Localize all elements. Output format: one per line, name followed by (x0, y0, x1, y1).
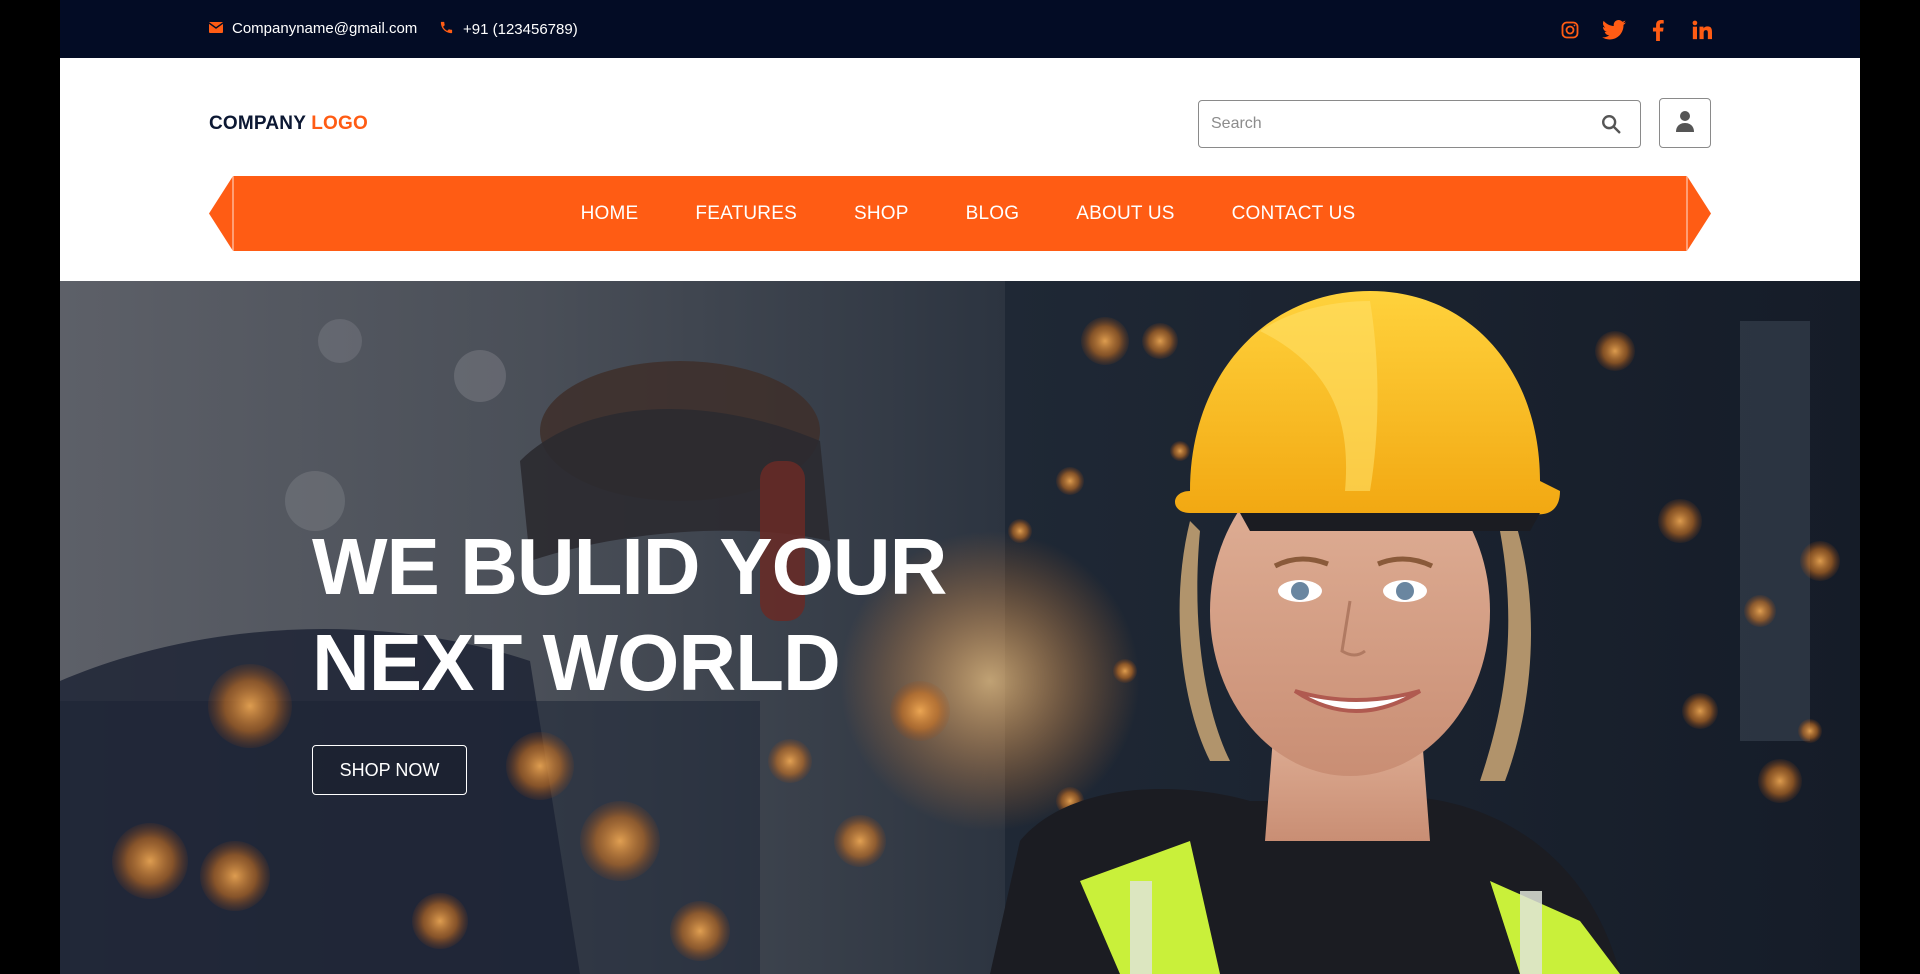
search-icon[interactable] (1600, 113, 1622, 140)
main-navigation: HOME FEATURES SHOP BLOG ABOUT US CONTACT… (209, 176, 1711, 251)
facebook-icon[interactable] (1646, 18, 1670, 42)
hero-headline: WE BULID YOUR NEXT WORLD (312, 519, 947, 711)
nav-menu: HOME FEATURES SHOP BLOG ABOUT US CONTACT… (209, 176, 1711, 251)
contact-email[interactable]: Companyname@gmail.com (208, 20, 418, 37)
nav-item-about-us[interactable]: ABOUT US (1076, 203, 1174, 225)
hero-headline-line1: WE BULID YOUR (312, 522, 947, 611)
logo-text-logo: LOGO (311, 113, 368, 134)
social-links (1558, 18, 1714, 42)
twitter-icon[interactable] (1602, 18, 1626, 42)
mail-icon (208, 20, 224, 37)
search-input[interactable] (1211, 110, 1571, 138)
contact-phone[interactable]: +91 (123456789) (439, 20, 578, 39)
top-bar: Companyname@gmail.com +91 (123456789) (60, 0, 1860, 58)
email-text: Companyname@gmail.com (232, 20, 418, 37)
page: Companyname@gmail.com +91 (123456789) CO… (60, 0, 1860, 974)
nav-item-blog[interactable]: BLOG (966, 203, 1020, 225)
user-icon (1676, 110, 1694, 137)
nav-item-features[interactable]: FEATURES (695, 203, 797, 225)
shop-now-button[interactable]: SHOP NOW (312, 745, 467, 795)
logo-text-company: COMPANY (209, 113, 306, 134)
hero-banner: WE BULID YOUR NEXT WORLD SHOP NOW (60, 281, 1860, 974)
nav-item-home[interactable]: HOME (581, 203, 639, 225)
nav-item-contact-us[interactable]: CONTACT US (1232, 203, 1356, 225)
phone-icon (439, 20, 454, 39)
search-box (1198, 100, 1641, 148)
hero-headline-line2: NEXT WORLD (312, 618, 841, 707)
phone-text: +91 (123456789) (463, 21, 578, 38)
user-account-button[interactable] (1659, 98, 1711, 148)
nav-item-shop[interactable]: SHOP (854, 203, 909, 225)
company-logo[interactable]: COMPANY LOGO (209, 113, 368, 135)
instagram-icon[interactable] (1558, 18, 1582, 42)
linkedin-icon[interactable] (1690, 18, 1714, 42)
